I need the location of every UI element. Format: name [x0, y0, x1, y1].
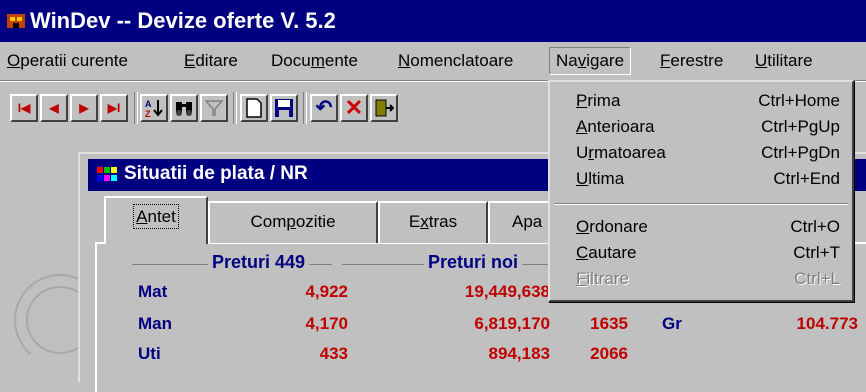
value-man-extra: 1635	[590, 314, 628, 333]
menu-item-urmatoarea[interactable]: Urmatoarea Ctrl+PgDn	[550, 140, 852, 166]
value-man-pnoi: 6,819,170	[474, 314, 550, 333]
exit-button[interactable]	[370, 94, 398, 122]
new-button[interactable]	[240, 94, 268, 122]
menu-operatii-curente[interactable]: Operatii curente	[7, 51, 128, 71]
find-icon	[176, 102, 192, 116]
first-record-button[interactable]: I◀	[10, 94, 38, 122]
filter-icon	[204, 100, 224, 116]
group-label-preturi-449: Preturi 449	[208, 252, 310, 273]
menu-bar: Operatii curente Editare Documente Nomen…	[0, 42, 866, 81]
delete-icon: ✕	[344, 95, 364, 120]
app-icon	[7, 14, 25, 28]
save-icon	[275, 99, 293, 117]
value-uti-extra: 2066	[590, 344, 628, 363]
svg-text:Z: Z	[145, 109, 151, 118]
previous-record-icon: ◀	[49, 101, 59, 115]
sort-az-icon: A Z	[145, 99, 163, 118]
find-button[interactable]	[170, 94, 198, 122]
last-record-icon: ▶I	[107, 101, 121, 115]
menu-item-anterioara[interactable]: Anterioara Ctrl+PgUp	[550, 114, 852, 140]
shortcut-ultima: Ctrl+End	[773, 169, 840, 188]
tab-extras[interactable]: Extras	[378, 201, 488, 243]
menu-nomenclatoare[interactable]: Nomenclatoare	[398, 51, 513, 71]
save-button[interactable]	[270, 94, 298, 122]
child-window-title: Situatii de plata / NR	[124, 163, 308, 184]
row-label-man: Man	[138, 314, 172, 333]
value-mat-pnoi: 19,449,638	[464, 282, 550, 301]
menu-item-prima[interactable]: Prima Ctrl+Home	[550, 88, 852, 114]
menu-separator	[554, 203, 848, 205]
next-record-icon: ▶	[79, 101, 89, 115]
app-title-bar[interactable]: WinDev -- Devize oferte V. 5.2	[0, 0, 866, 42]
value-mat-p449: 4,922	[305, 282, 348, 301]
next-record-button[interactable]: ▶	[70, 94, 98, 122]
window-icon	[97, 167, 117, 181]
svg-text:A: A	[145, 99, 152, 109]
undo-icon: ↶	[315, 97, 333, 119]
group-label-preturi-noi: Preturi noi	[424, 252, 523, 273]
menu-ferestre[interactable]: Ferestre	[660, 51, 723, 71]
value-man-p449: 4,170	[305, 314, 348, 333]
shortcut-urmatoarea: Ctrl+PgDn	[761, 143, 840, 162]
shortcut-anterioara: Ctrl+PgUp	[761, 117, 840, 136]
shortcut-prima: Ctrl+Home	[758, 91, 840, 110]
tab-antet[interactable]: Antet	[104, 196, 208, 244]
row-label-gr: Gr	[662, 314, 682, 333]
filter-button[interactable]	[200, 94, 228, 122]
shortcut-ordonare: Ctrl+O	[790, 217, 840, 236]
shortcut-cautare: Ctrl+T	[793, 243, 840, 262]
undo-button[interactable]: ↶	[310, 94, 338, 122]
first-record-icon: I◀	[17, 101, 31, 115]
navigare-dropdown-menu: Prima Ctrl+Home Anterioara Ctrl+PgUp Urm…	[548, 80, 854, 302]
menu-editare[interactable]: Editare	[184, 51, 238, 71]
menu-navigare[interactable]: Navigare	[549, 47, 632, 75]
value-uti-pnoi: 894,183	[488, 344, 550, 363]
toolbar-separator	[134, 92, 138, 124]
exit-icon	[375, 99, 394, 117]
previous-record-button[interactable]: ◀	[40, 94, 68, 122]
shortcut-filtrare: Ctrl+L	[794, 269, 840, 288]
menu-documente[interactable]: Documente	[271, 51, 358, 71]
row-label-uti: Uti	[138, 344, 161, 363]
app-title: WinDev -- Devize oferte V. 5.2	[30, 8, 336, 33]
toolbar-separator	[233, 92, 237, 124]
sort-button[interactable]: A Z	[140, 94, 168, 122]
tab-compozitie[interactable]: Compozitie	[208, 201, 378, 243]
last-record-button[interactable]: ▶I	[100, 94, 128, 122]
toolbar-separator	[303, 92, 307, 124]
value-gr: 104.773	[796, 314, 858, 333]
menu-item-ordonare[interactable]: Ordonare Ctrl+O	[550, 214, 852, 240]
row-label-mat: Mat	[138, 282, 168, 301]
menu-item-cautare[interactable]: Cautare Ctrl+T	[550, 240, 852, 266]
menu-item-ultima[interactable]: Ultima Ctrl+End	[550, 166, 852, 192]
menu-utilitare[interactable]: Utilitare	[755, 51, 813, 71]
value-uti-p449: 433	[319, 344, 348, 363]
background-logo	[14, 274, 90, 354]
delete-button[interactable]: ✕	[340, 94, 368, 122]
new-document-icon	[246, 98, 262, 118]
menu-item-filtrare: Filtrare Ctrl+L	[576, 269, 840, 288]
